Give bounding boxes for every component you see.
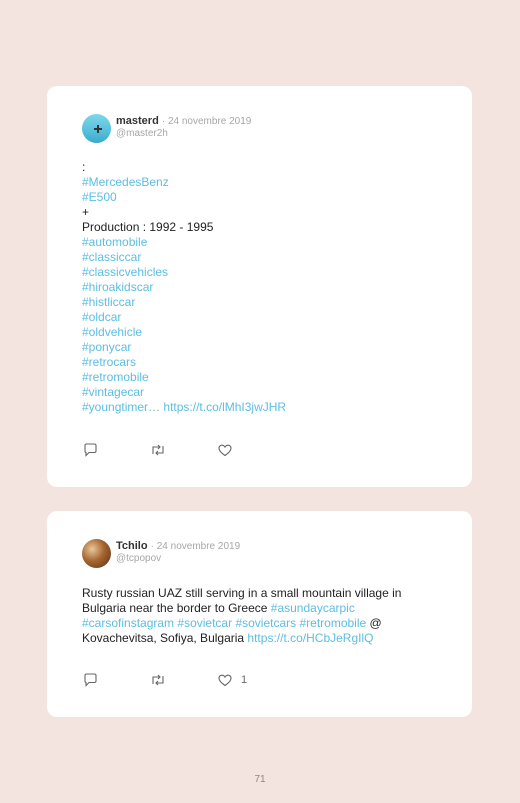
tweet-line: + [82, 205, 422, 220]
tweet-actions: 1 [83, 673, 283, 687]
hashtag-link[interactable]: #sovietcar [177, 616, 232, 630]
user-handle: @master2h [116, 128, 168, 139]
heart-icon [218, 444, 232, 456]
like-count: 1 [241, 674, 248, 686]
url-link[interactable]: https://t.co/lMhI3jwJHR [163, 400, 286, 414]
tweet-text: + [82, 205, 90, 219]
hashtag-link[interactable]: #vintagecar [82, 385, 144, 399]
tweet-line: #E500 [82, 190, 422, 205]
like-button[interactable] [218, 443, 241, 457]
hashtag-link[interactable]: #ponycar [82, 340, 131, 354]
url-link[interactable]: https://t.co/HCbJeRgIlQ [247, 631, 373, 645]
hashtag-link[interactable]: #MercedesBenz [82, 175, 169, 189]
hashtag-link[interactable]: #sovietcars [235, 616, 296, 630]
reply-button[interactable] [83, 443, 98, 457]
avatar[interactable] [82, 539, 111, 568]
like-button[interactable]: 1 [218, 673, 247, 687]
hashtag-link[interactable]: #oldvehicle [82, 325, 142, 339]
tweet-text: : [82, 160, 86, 174]
tweet-line: Bulgaria near the border to Greece #asun… [82, 601, 447, 616]
avatar[interactable] [82, 114, 111, 143]
tweet-card: masterd · 24 novembre 2019 @master2h : #M… [47, 86, 472, 487]
tweet-line: #classiccar [82, 250, 422, 265]
tweet-text: Kovachevitsa, Sofiya, Bulgaria [82, 631, 248, 645]
hashtag-link[interactable]: #asundaycarpic [271, 601, 355, 615]
tweet-line: #vintagecar [82, 385, 422, 400]
tweet-author[interactable]: Tchilo · 24 novembre 2019 [116, 540, 240, 552]
tweet-line: : [82, 160, 422, 175]
tweet-line: #MercedesBenz [82, 175, 422, 190]
hashtag-link[interactable]: #retrocars [82, 355, 136, 369]
tweet-date: · 24 novembre 2019 [150, 541, 241, 552]
hashtag-link[interactable]: #histliccar [82, 295, 135, 309]
tweet-text: Rusty russian UAZ still serving in a sma… [82, 586, 402, 600]
reply-icon [84, 673, 97, 687]
tweet-text: Bulgaria near the border to Greece [82, 601, 271, 615]
tweet-actions [83, 443, 283, 457]
tweet-line: #retromobile [82, 370, 422, 385]
retweet-icon [152, 674, 164, 686]
tweet-line: #histliccar [82, 295, 422, 310]
username[interactable]: Tchilo [116, 540, 148, 552]
tweet-line: #hiroakidscar [82, 280, 422, 295]
hashtag-link[interactable]: #classicvehicles [82, 265, 168, 279]
hashtag-link[interactable]: #carsofinstagram [82, 616, 174, 630]
tweet-line: #youngtimer… https://t.co/lMhI3jwJHR [82, 400, 422, 415]
hashtag-link[interactable]: #E500 [82, 190, 117, 204]
tweet-author[interactable]: masterd · 24 novembre 2019 [116, 115, 251, 127]
hashtag-link[interactable]: #oldcar [82, 310, 121, 324]
tweet-line: Rusty russian UAZ still serving in a sma… [82, 586, 447, 601]
tweet-line: #classicvehicles [82, 265, 422, 280]
tweet-line: #automobile [82, 235, 422, 250]
heart-icon [218, 674, 232, 686]
hashtag-link[interactable]: #youngtimer… [82, 400, 160, 414]
tweet-line: Kovachevitsa, Sofiya, Bulgaria https://t… [82, 631, 447, 646]
hashtag-link[interactable]: #retromobile [82, 370, 149, 384]
tweet-line: #retrocars [82, 355, 422, 370]
tweet-line: Production : 1992 - 1995 [82, 220, 422, 235]
tweet-line: #oldvehicle [82, 325, 422, 340]
tweet-line: #carsofinstagram #sovietcar #sovietcars … [82, 616, 447, 631]
tweet-text: @ [366, 616, 382, 630]
tweet-text: Production : 1992 - 1995 [82, 220, 214, 234]
retweet-button[interactable] [150, 673, 166, 687]
tweet-line: #ponycar [82, 340, 422, 355]
user-handle: @tcpopov [116, 553, 162, 564]
hashtag-link[interactable]: #hiroakidscar [82, 280, 153, 294]
hashtag-link[interactable]: #automobile [82, 235, 147, 249]
tweet-date: · 24 novembre 2019 [161, 116, 252, 127]
retweet-button[interactable] [150, 443, 166, 457]
tweet-body: : #MercedesBenz #E500 + Production : 1992 - … [82, 160, 422, 415]
page-number: 71 [254, 774, 266, 785]
hashtag-link[interactable]: #classiccar [82, 250, 141, 264]
hashtag-link[interactable]: #retromobile [299, 616, 366, 630]
reply-button[interactable] [83, 673, 98, 687]
retweet-icon [152, 444, 164, 456]
tweet-line: #oldcar [82, 310, 422, 325]
tweet-body: Rusty russian UAZ still serving in a sma… [82, 586, 447, 646]
tweet-card: Tchilo · 24 novembre 2019 @tcpopov Rusty… [47, 511, 472, 717]
reply-icon [84, 443, 97, 457]
username[interactable]: masterd [116, 115, 159, 127]
